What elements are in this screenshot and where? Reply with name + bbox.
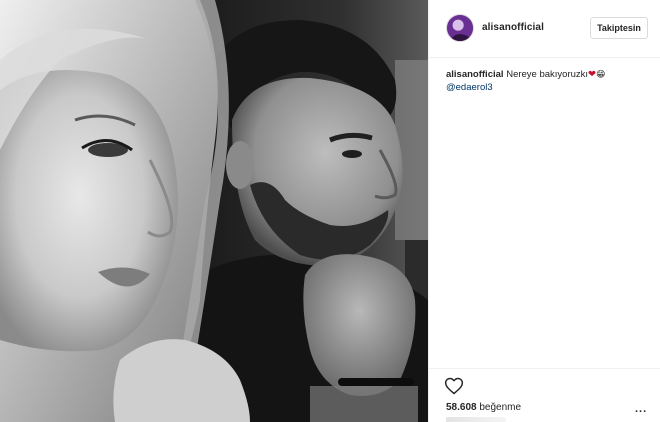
- heart-outline-icon[interactable]: [444, 376, 464, 396]
- grin-emoji: 😁: [596, 69, 606, 79]
- post-photo[interactable]: [0, 0, 428, 422]
- following-button[interactable]: Takiptesin: [590, 17, 648, 39]
- ellipsis-icon[interactable]: ...: [635, 404, 651, 416]
- likes-number: 58.608: [446, 402, 477, 413]
- post-sidebar: alisanofficial Takiptesin alisanofficial…: [428, 0, 660, 422]
- post-actions: 58.608 beğenme ...: [429, 368, 660, 422]
- like-icon-graphic: [444, 377, 464, 395]
- avatar-image: [447, 15, 473, 41]
- post-caption: alisanofficial Nereye bakıyoruzkı❤😁 @eda…: [446, 68, 651, 94]
- mention-link[interactable]: @edaerol3: [446, 81, 493, 94]
- post-header: alisanofficial Takiptesin: [429, 0, 660, 58]
- caption-username[interactable]: alisanofficial: [446, 69, 504, 80]
- username-link[interactable]: alisanofficial: [482, 22, 544, 33]
- heart-emoji: ❤: [588, 69, 597, 80]
- caption-text: Nereye bakıyoruzkı: [503, 69, 589, 80]
- likes-label: beğenme: [476, 402, 522, 413]
- likes-count[interactable]: 58.608 beğenme: [446, 402, 521, 413]
- photo-image: [0, 0, 428, 422]
- user-avatar[interactable]: [446, 14, 474, 42]
- timestamp-fade: [446, 417, 506, 422]
